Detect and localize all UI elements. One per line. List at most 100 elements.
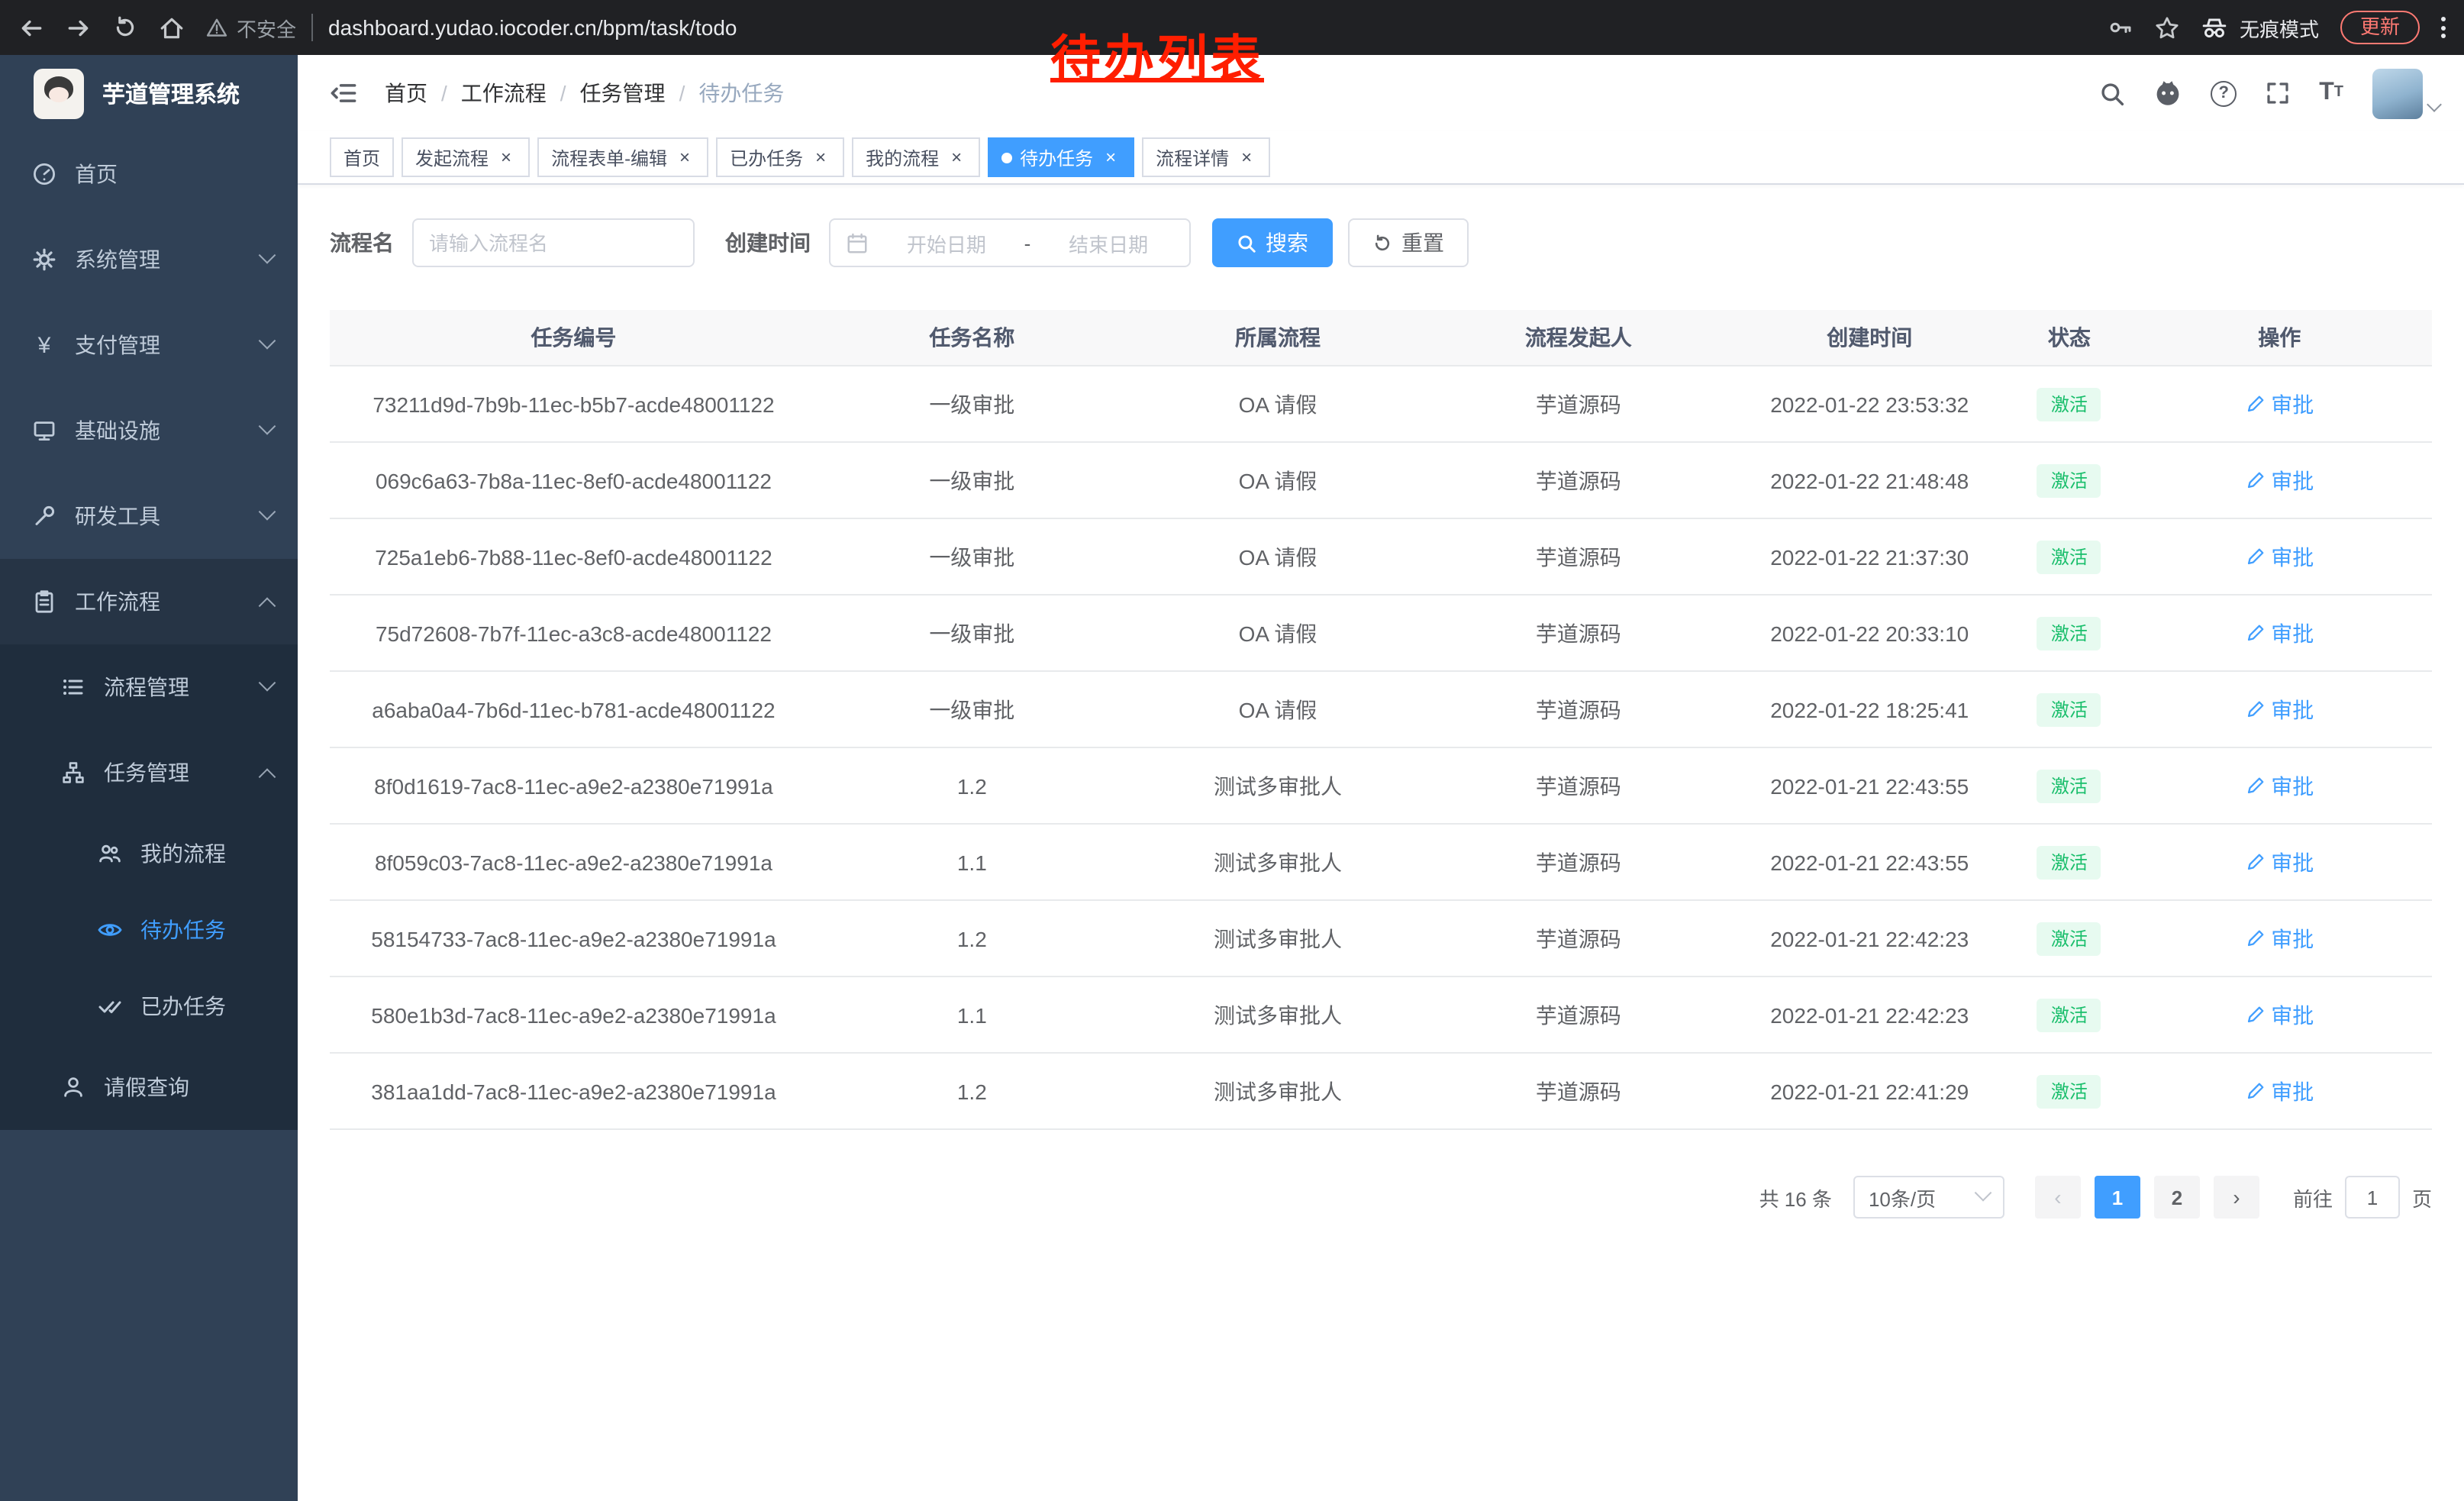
tab-done-tasks[interactable]: 已办任务× bbox=[716, 137, 844, 177]
approve-link[interactable]: 审批 bbox=[2245, 1076, 2314, 1106]
sidebar-item-payment[interactable]: ¥ 支付管理 bbox=[0, 302, 298, 388]
close-icon[interactable]: × bbox=[496, 148, 516, 166]
chrome-menu-icon[interactable] bbox=[2441, 17, 2446, 38]
approve-link[interactable]: 审批 bbox=[2245, 923, 2314, 954]
cell-task-id: 381aa1dd-7ac8-11ec-a9e2-a2380e71991a bbox=[330, 1053, 818, 1129]
sidebar-fold-icon[interactable] bbox=[330, 79, 357, 107]
close-icon[interactable]: × bbox=[1101, 148, 1121, 166]
tab-start-process[interactable]: 发起流程× bbox=[402, 137, 530, 177]
sidebar-item-workflow[interactable]: 工作流程 bbox=[0, 559, 298, 644]
sidebar-item-task-mgmt[interactable]: 任务管理 bbox=[0, 730, 298, 815]
app-logo bbox=[34, 68, 84, 118]
fullscreen-icon[interactable] bbox=[2266, 81, 2290, 105]
cell-initiator: 芋道源码 bbox=[1429, 366, 1727, 442]
sidebar-item-devtools[interactable]: 研发工具 bbox=[0, 473, 298, 559]
process-name-input[interactable] bbox=[412, 218, 695, 267]
forward-icon[interactable] bbox=[66, 15, 92, 40]
chevron-down-icon bbox=[259, 247, 276, 264]
chevron-down-icon bbox=[259, 332, 276, 350]
cell-task-id: 58154733-7ac8-11ec-a9e2-a2380e71991a bbox=[330, 900, 818, 976]
user-menu[interactable] bbox=[2372, 68, 2440, 118]
breadcrumb-task-mgmt[interactable]: 任务管理 bbox=[580, 78, 666, 108]
approve-link[interactable]: 审批 bbox=[2245, 694, 2314, 725]
sidebar-item-label: 系统管理 bbox=[75, 244, 160, 275]
page-size-select[interactable]: 10条/页 bbox=[1853, 1176, 2004, 1219]
pencil-icon bbox=[2245, 928, 2265, 948]
prev-page-button[interactable]: ‹ bbox=[2035, 1176, 2081, 1219]
cell-initiator: 芋道源码 bbox=[1429, 518, 1727, 595]
monitor-icon bbox=[32, 418, 56, 443]
sidebar-item-leave-query[interactable]: 请假查询 bbox=[0, 1044, 298, 1130]
close-icon[interactable]: × bbox=[811, 148, 830, 166]
logo-row[interactable]: 芋道管理系统 bbox=[0, 55, 298, 131]
sidebar-item-system[interactable]: 系统管理 bbox=[0, 217, 298, 302]
breadcrumb-workflow[interactable]: 工作流程 bbox=[461, 78, 547, 108]
cell-task-name: 1.2 bbox=[818, 747, 1127, 824]
cell-created: 2022-01-22 21:48:48 bbox=[1727, 442, 2011, 518]
pencil-icon bbox=[2245, 470, 2265, 490]
tab-home[interactable]: 首页 bbox=[330, 137, 394, 177]
breadcrumb-home[interactable]: 首页 bbox=[385, 78, 427, 108]
cell-task-name: 1.1 bbox=[818, 976, 1127, 1053]
search-icon[interactable] bbox=[2099, 80, 2125, 106]
date-range-picker[interactable]: 开始日期 - 结束日期 bbox=[829, 218, 1191, 267]
home-icon[interactable] bbox=[159, 15, 185, 40]
start-date-placeholder: 开始日期 bbox=[881, 228, 1012, 257]
reset-button[interactable]: 重置 bbox=[1348, 218, 1469, 267]
sidebar-item-my-process[interactable]: 我的流程 bbox=[0, 815, 298, 892]
key-icon[interactable] bbox=[2108, 15, 2133, 40]
page-number-1[interactable]: 1 bbox=[2095, 1176, 2140, 1219]
security-chip[interactable]: 不安全 bbox=[206, 13, 296, 42]
status-badge: 激活 bbox=[2037, 998, 2101, 1031]
sidebar: 芋道管理系统 首页 系统管理 ¥ 支付管理 基础设施 bbox=[0, 55, 298, 1501]
tab-form-edit[interactable]: 流程表单-编辑× bbox=[537, 137, 708, 177]
sidebar-item-home[interactable]: 首页 bbox=[0, 131, 298, 217]
sidebar-item-done-tasks[interactable]: 已办任务 bbox=[0, 968, 298, 1044]
goto-page: 前往 页 bbox=[2293, 1176, 2432, 1219]
cell-task-id: a6aba0a4-7b6d-11ec-b781-acde48001122 bbox=[330, 671, 818, 747]
sidebar-item-todo-tasks[interactable]: 待办任务 bbox=[0, 892, 298, 968]
status-badge: 激活 bbox=[2037, 616, 2101, 650]
cell-created: 2022-01-21 22:42:23 bbox=[1727, 900, 2011, 976]
goto-page-input[interactable] bbox=[2345, 1176, 2400, 1219]
cell-task-id: 580e1b3d-7ac8-11ec-a9e2-a2380e71991a bbox=[330, 976, 818, 1053]
url-text[interactable]: dashboard.yudao.iocoder.cn/bpm/task/todo bbox=[328, 15, 737, 40]
help-icon[interactable]: ? bbox=[2211, 80, 2237, 106]
reload-icon[interactable] bbox=[113, 15, 137, 40]
sidebar-item-process-mgmt[interactable]: 流程管理 bbox=[0, 644, 298, 730]
approve-link[interactable]: 审批 bbox=[2245, 618, 2314, 648]
cell-created: 2022-01-21 22:41:29 bbox=[1727, 1053, 2011, 1129]
approve-link[interactable]: 审批 bbox=[2245, 770, 2314, 801]
table-row: 725a1eb6-7b88-11ec-8ef0-acde48001122 一级审… bbox=[330, 518, 2432, 595]
approve-link[interactable]: 审批 bbox=[2245, 541, 2314, 572]
font-size-icon[interactable]: TT bbox=[2319, 81, 2343, 105]
approve-link[interactable]: 审批 bbox=[2245, 999, 2314, 1030]
pencil-icon bbox=[2245, 394, 2265, 414]
sidebar-item-infrastructure[interactable]: 基础设施 bbox=[0, 388, 298, 473]
table-row: 381aa1dd-7ac8-11ec-a9e2-a2380e71991a 1.2… bbox=[330, 1053, 2432, 1129]
approve-link[interactable]: 审批 bbox=[2245, 389, 2314, 419]
approve-link[interactable]: 审批 bbox=[2245, 465, 2314, 495]
close-icon[interactable]: × bbox=[675, 148, 695, 166]
approve-link[interactable]: 审批 bbox=[2245, 847, 2314, 877]
cell-task-name: 一级审批 bbox=[818, 671, 1127, 747]
tab-process-detail[interactable]: 流程详情× bbox=[1142, 137, 1270, 177]
table-row: 58154733-7ac8-11ec-a9e2-a2380e71991a 1.2… bbox=[330, 900, 2432, 976]
page-number-2[interactable]: 2 bbox=[2154, 1176, 2200, 1219]
goto-label: 前往 bbox=[2293, 1183, 2333, 1212]
close-icon[interactable]: × bbox=[947, 148, 966, 166]
next-page-button[interactable]: › bbox=[2214, 1176, 2259, 1219]
update-button[interactable]: 更新 bbox=[2340, 11, 2420, 44]
search-button[interactable]: 搜索 bbox=[1212, 218, 1333, 267]
bookmark-star-icon[interactable] bbox=[2154, 15, 2180, 40]
incognito-badge: 无痕模式 bbox=[2201, 13, 2319, 42]
close-icon[interactable]: × bbox=[1237, 148, 1256, 166]
tab-todo-tasks[interactable]: 待办任务× bbox=[988, 137, 1134, 177]
back-icon[interactable] bbox=[18, 15, 44, 40]
pencil-icon bbox=[2245, 852, 2265, 872]
chevron-down-icon bbox=[2427, 96, 2442, 111]
github-icon[interactable] bbox=[2154, 79, 2182, 107]
col-actions: 操作 bbox=[2127, 310, 2432, 366]
tab-my-process[interactable]: 我的流程× bbox=[852, 137, 980, 177]
cell-process: OA 请假 bbox=[1127, 442, 1430, 518]
